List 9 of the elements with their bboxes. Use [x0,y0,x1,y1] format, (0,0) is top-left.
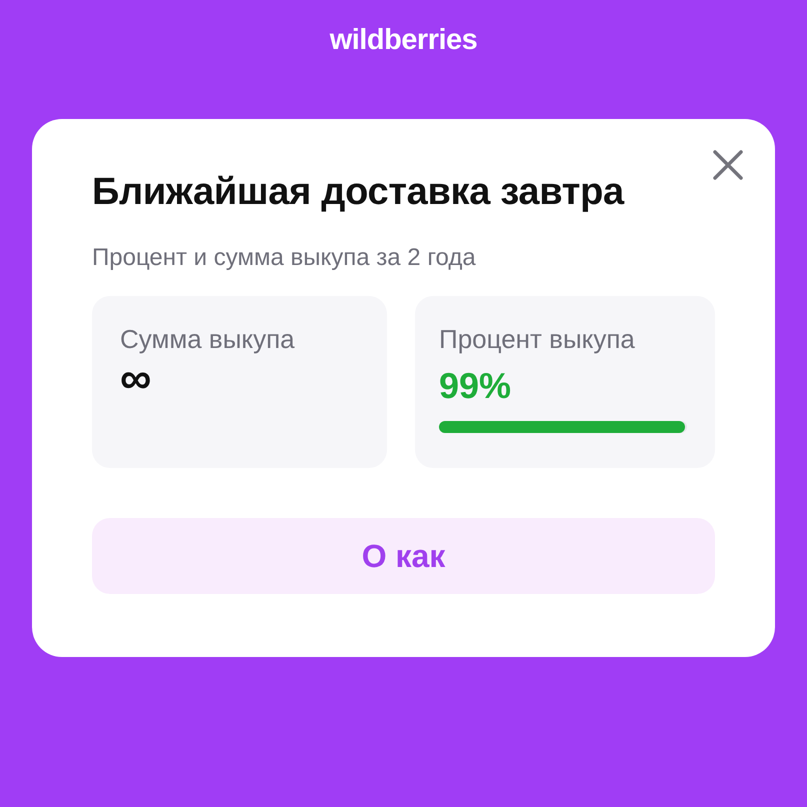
dialog-title: Ближайшая доставка завтра [92,171,626,214]
stat-value: ∞ [120,357,152,401]
close-icon[interactable] [712,149,744,181]
logo: wildberries [330,24,478,57]
ok-button[interactable]: О как [92,518,715,594]
stat-value: 99% [439,365,512,407]
stat-label: Сумма выкупа [120,324,295,355]
dialog-subtitle: Процент и сумма выкупа за 2 года [92,244,477,272]
stat-label: Процент выкупа [439,324,635,355]
